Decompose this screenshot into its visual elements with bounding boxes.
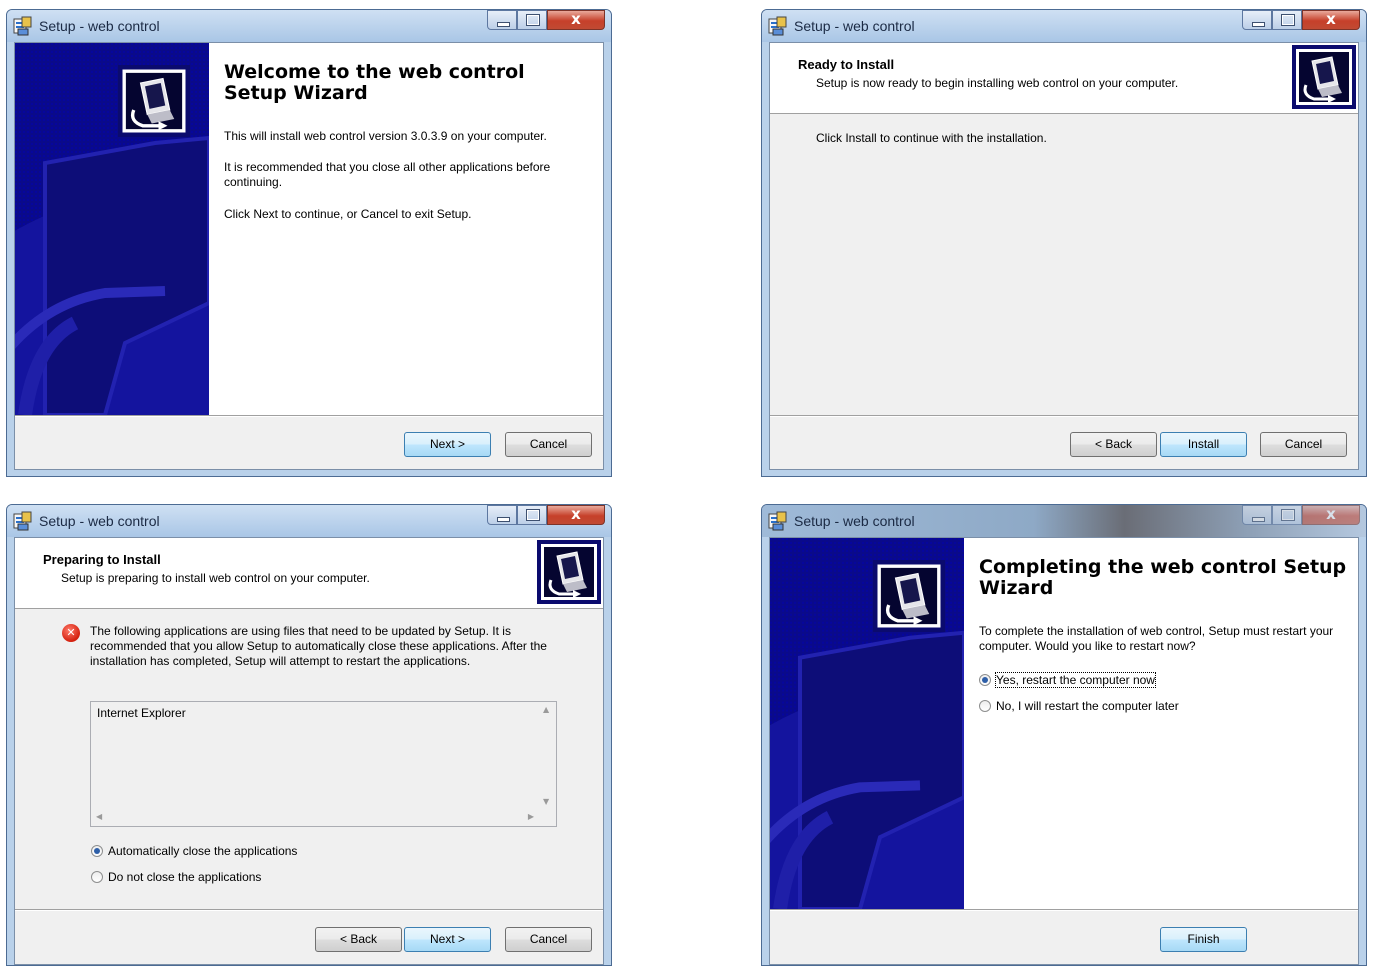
bottom-separator (770, 415, 1358, 417)
page-title: Completing the web control Setup Wizard (979, 556, 1347, 599)
cancel-button[interactable]: Cancel (505, 927, 592, 952)
window-preparing: Setup - web control Preparing to Install… (6, 504, 612, 966)
minimize-button[interactable] (487, 10, 517, 30)
close-button[interactable] (547, 10, 605, 30)
cancel-button[interactable]: Cancel (505, 432, 592, 457)
maximize-button[interactable] (1272, 10, 1302, 30)
close-button[interactable] (547, 505, 605, 525)
installer-app-icon (13, 511, 33, 531)
list-item[interactable]: Internet Explorer (97, 706, 186, 720)
error-icon: ✕ (62, 624, 80, 642)
radio-button-checked[interactable] (91, 845, 103, 857)
preparing-message: The following applications are using fil… (90, 624, 547, 668)
radio-button[interactable] (91, 871, 103, 883)
header-title: Ready to Install (798, 57, 895, 72)
computer-install-icon (873, 560, 945, 632)
radio-label: No, I will restart the computer later (996, 699, 1179, 713)
window-title: Setup - web control (39, 513, 160, 529)
page-title: Welcome to the web control Setup Wizard (224, 61, 525, 104)
finish-button[interactable]: Finish (1160, 927, 1247, 952)
maximize-button[interactable] (1272, 505, 1302, 525)
wizard-client: Completing the web control Setup Wizard … (769, 537, 1359, 965)
maximize-button[interactable] (517, 10, 547, 30)
bottom-separator (15, 909, 603, 911)
wizard-client: Preparing to Install Setup is preparing … (14, 537, 604, 965)
computer-install-icon (537, 540, 601, 604)
minimize-button[interactable] (487, 505, 517, 525)
scroll-left-icon[interactable]: ◀ (96, 812, 102, 821)
close-button[interactable] (1302, 10, 1360, 30)
wizard-page: Welcome to the web control Setup Wizard … (15, 43, 603, 415)
wizard-header: Ready to Install Setup is now ready to b… (770, 43, 1358, 114)
window-title: Setup - web control (794, 18, 915, 34)
welcome-text-instructions: Click Next to continue, or Cancel to exi… (224, 207, 472, 221)
close-button[interactable] (1302, 505, 1360, 525)
window-ready: Setup - web control Ready to Install Set… (761, 9, 1367, 477)
scroll-right-icon[interactable]: ▶ (528, 812, 534, 821)
installer-app-icon (768, 511, 788, 531)
title-bar[interactable]: Setup - web control (7, 505, 611, 537)
ready-body-text: Click Install to continue with the insta… (816, 131, 1047, 145)
wizard-header: Preparing to Install Setup is preparing … (15, 538, 603, 609)
bottom-separator (15, 415, 603, 417)
radio-button-checked[interactable] (979, 674, 991, 686)
window-title: Setup - web control (794, 513, 915, 529)
scroll-down-icon[interactable]: ▼ (543, 797, 549, 806)
title-bar[interactable]: Setup - web control (762, 10, 1366, 42)
window-completing: Setup - web control Completing the web c… (761, 504, 1367, 966)
applications-list[interactable]: Internet Explorer ▲ ▼ ◀ ▶ (90, 701, 557, 827)
header-subtitle: Setup is preparing to install web contro… (61, 571, 370, 585)
vertical-scrollbar[interactable]: ▲ ▼ (539, 702, 556, 809)
cancel-button[interactable]: Cancel (1260, 432, 1347, 457)
radio-label: Automatically close the applications (108, 844, 298, 858)
next-button[interactable]: Next > (404, 927, 491, 952)
radio-label: Do not close the applications (108, 870, 262, 884)
horizontal-scrollbar[interactable]: ◀ ▶ (91, 809, 539, 826)
welcome-text-recommend: It is recommended that you close all oth… (224, 160, 551, 189)
window-title: Setup - web control (39, 18, 160, 34)
installer-app-icon (768, 16, 788, 36)
install-button[interactable]: Install (1160, 432, 1247, 457)
computer-install-icon (118, 65, 190, 137)
computer-install-icon (1292, 45, 1356, 109)
bottom-separator (770, 909, 1358, 911)
radio-button[interactable] (979, 700, 991, 712)
minimize-button[interactable] (1242, 505, 1272, 525)
title-bar[interactable]: Setup - web control (7, 10, 611, 42)
radio-auto-close[interactable]: Automatically close the applications (91, 844, 297, 858)
wizard-client: Ready to Install Setup is now ready to b… (769, 42, 1359, 470)
scroll-up-icon[interactable]: ▲ (543, 705, 549, 714)
maximize-button[interactable] (517, 505, 547, 525)
back-button[interactable]: < Back (315, 927, 402, 952)
next-button[interactable]: Next > (404, 432, 491, 457)
title-bar[interactable]: Setup - web control (762, 505, 1366, 537)
welcome-text-version: This will install web control version 3.… (224, 129, 547, 143)
wizard-page: Completing the web control Setup Wizard … (770, 538, 1358, 909)
radio-do-not-close[interactable]: Do not close the applications (91, 870, 261, 884)
radio-restart-now[interactable]: Yes, restart the computer now (979, 672, 1156, 688)
window-welcome: Setup - web control Welcome to the web c… (6, 9, 612, 477)
installer-app-icon (13, 16, 33, 36)
radio-label: Yes, restart the computer now (995, 672, 1156, 688)
header-subtitle: Setup is now ready to begin installing w… (816, 76, 1179, 90)
completing-text: To complete the installation of web cont… (979, 624, 1334, 653)
header-title: Preparing to Install (43, 552, 161, 567)
minimize-button[interactable] (1242, 10, 1272, 30)
back-button[interactable]: < Back (1070, 432, 1157, 457)
radio-restart-later[interactable]: No, I will restart the computer later (979, 699, 1179, 713)
wizard-client: Welcome to the web control Setup Wizard … (14, 42, 604, 470)
